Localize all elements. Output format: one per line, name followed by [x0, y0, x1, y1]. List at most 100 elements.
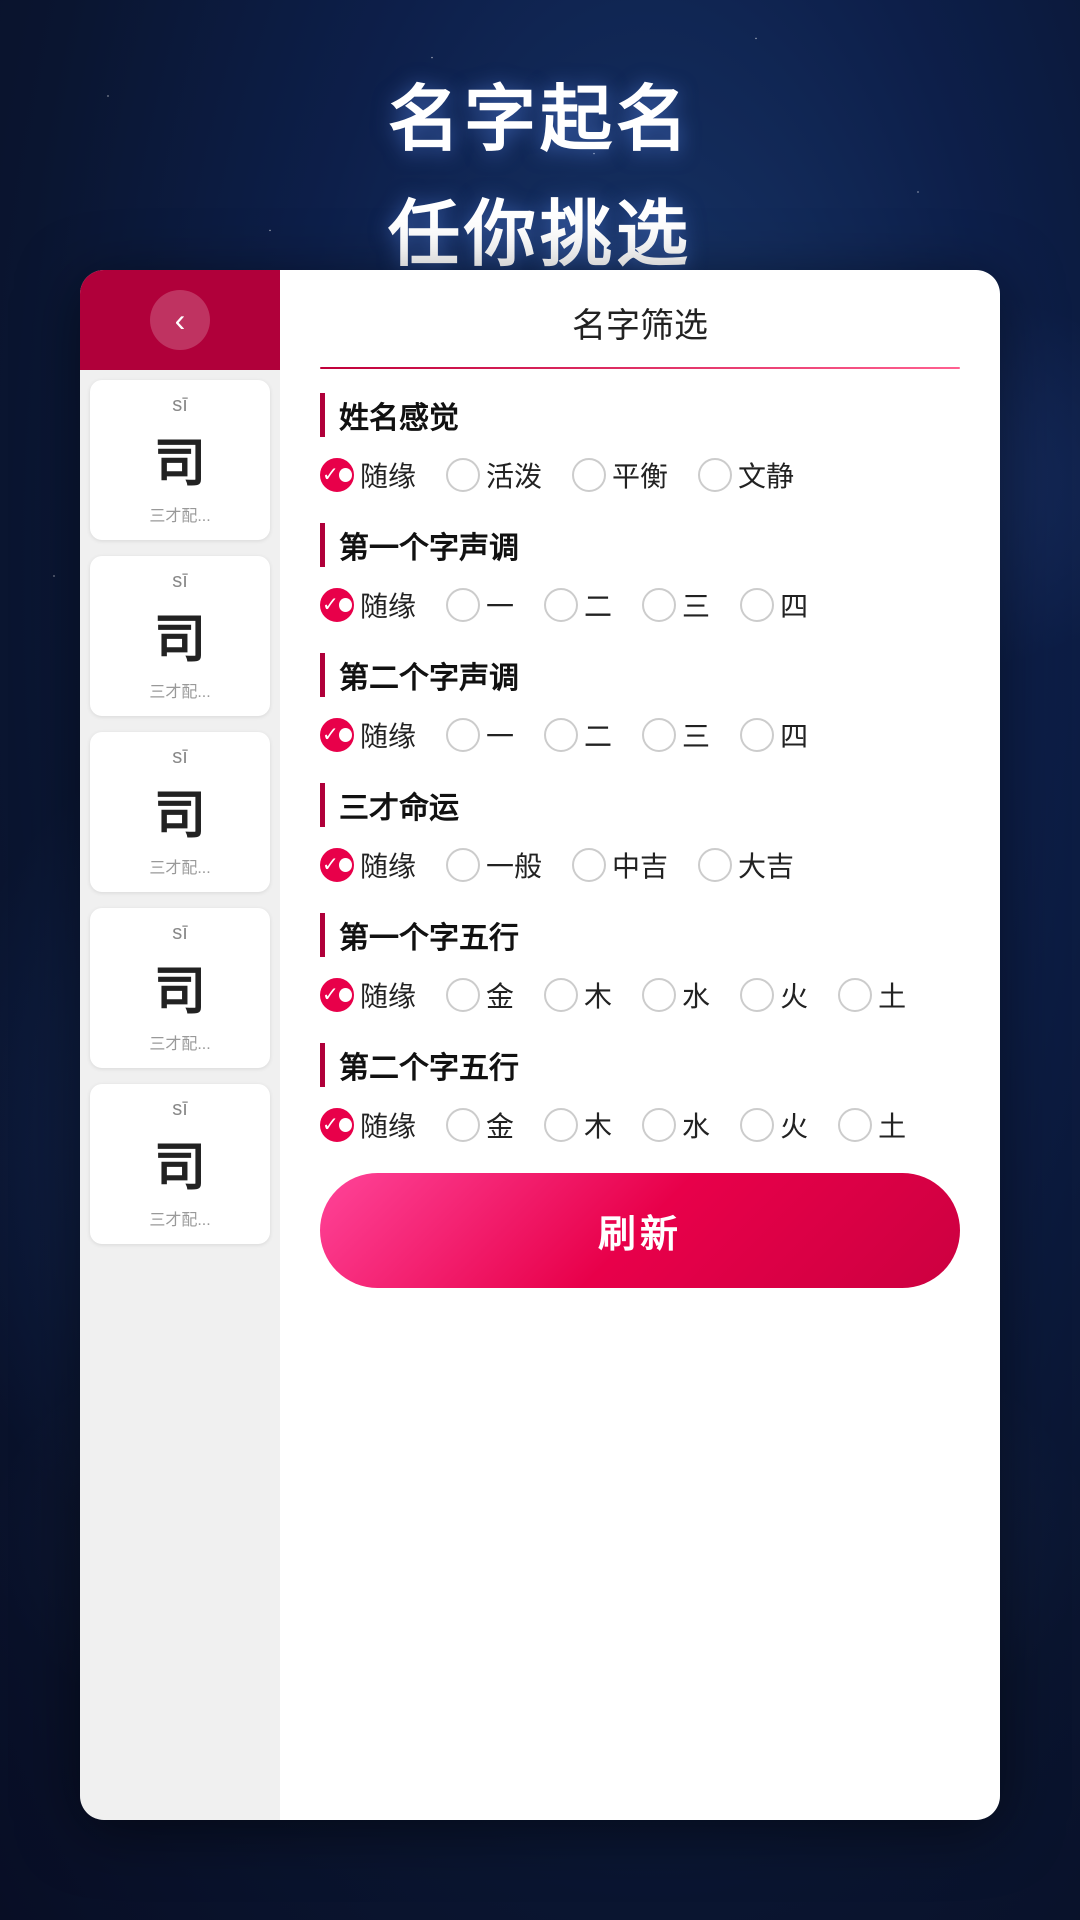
- radio-item-fate-1[interactable]: 一般: [446, 845, 542, 885]
- radio-circle-wx2-2[interactable]: [544, 1108, 578, 1142]
- refresh-button[interactable]: 刷新: [320, 1173, 960, 1288]
- radio-group-tone2: ✓ 随缘 一 二 三: [320, 715, 960, 755]
- radio-circle-tone1-2[interactable]: [544, 588, 578, 622]
- filter-section-wuxing1: 第一个字五行 ✓ 随缘 金 木: [320, 913, 960, 1015]
- radio-item-feel-2[interactable]: 平衡: [572, 455, 668, 495]
- sidebar-item-char: 司: [104, 949, 256, 1024]
- radio-group-wuxing2: ✓ 随缘 金 木 水: [320, 1105, 960, 1145]
- radio-group-feel: ✓ 随缘 活泼 平衡 文静: [320, 455, 960, 495]
- radio-circle-wx1-2[interactable]: [544, 978, 578, 1012]
- sidebar: ‹ sī 司 三才配... sī 司 三才配... sī 司 三才配... sī…: [80, 270, 280, 1820]
- radio-circle-tone2-4[interactable]: [740, 718, 774, 752]
- radio-item-wx1-1[interactable]: 金: [446, 975, 514, 1015]
- radio-label-feel-1: 活泼: [486, 455, 542, 495]
- radio-item-wx1-5[interactable]: 土: [838, 975, 906, 1015]
- radio-label-tone2-3: 三: [682, 715, 710, 755]
- radio-circle-wx2-3[interactable]: [642, 1108, 676, 1142]
- sidebar-item-pinyin: sī: [104, 746, 256, 769]
- card-container: ‹ sī 司 三才配... sī 司 三才配... sī 司 三才配... sī…: [80, 270, 1000, 1820]
- radio-item-tone1-4[interactable]: 四: [740, 585, 808, 625]
- radio-item-tone1-2[interactable]: 二: [544, 585, 612, 625]
- radio-label-fate-3: 大吉: [738, 845, 794, 885]
- radio-circle-feel-1[interactable]: [446, 458, 480, 492]
- radio-circle-tone1-0[interactable]: ✓: [320, 588, 354, 622]
- radio-item-feel-0[interactable]: ✓ 随缘: [320, 455, 416, 495]
- radio-circle-wx1-1[interactable]: [446, 978, 480, 1012]
- radio-label-wx1-2: 木: [584, 975, 612, 1015]
- radio-item-tone1-0[interactable]: ✓ 随缘: [320, 585, 416, 625]
- radio-item-fate-3[interactable]: 大吉: [698, 845, 794, 885]
- radio-item-wx1-4[interactable]: 火: [740, 975, 808, 1015]
- radio-circle-wx2-4[interactable]: [740, 1108, 774, 1142]
- radio-item-wx2-4[interactable]: 火: [740, 1105, 808, 1145]
- sidebar-item[interactable]: sī 司 三才配...: [90, 380, 270, 540]
- radio-item-feel-3[interactable]: 文静: [698, 455, 794, 495]
- radio-circle-wx1-4[interactable]: [740, 978, 774, 1012]
- radio-item-fate-2[interactable]: 中吉: [572, 845, 668, 885]
- radio-circle-wx1-5[interactable]: [838, 978, 872, 1012]
- sidebar-item-char: 司: [104, 421, 256, 496]
- sidebar-item-pinyin: sī: [104, 1098, 256, 1121]
- sidebar-item[interactable]: sī 司 三才配...: [90, 908, 270, 1068]
- radio-item-wx2-2[interactable]: 木: [544, 1105, 612, 1145]
- radio-item-wx2-0[interactable]: ✓ 随缘: [320, 1105, 416, 1145]
- radio-label-tone2-0: 随缘: [360, 715, 416, 755]
- radio-circle-tone2-0[interactable]: ✓: [320, 718, 354, 752]
- checkmark-icon: ✓: [322, 725, 339, 745]
- radio-item-wx1-3[interactable]: 水: [642, 975, 710, 1015]
- filter-section-wuxing2: 第二个字五行 ✓ 随缘 金 木: [320, 1043, 960, 1145]
- sidebar-item[interactable]: sī 司 三才配...: [90, 556, 270, 716]
- radio-circle-tone1-4[interactable]: [740, 588, 774, 622]
- radio-group-wuxing1: ✓ 随缘 金 木 水: [320, 975, 960, 1015]
- radio-item-tone1-3[interactable]: 三: [642, 585, 710, 625]
- radio-circle-wx1-3[interactable]: [642, 978, 676, 1012]
- radio-circle-feel-3[interactable]: [698, 458, 732, 492]
- filter-section-tone1: 第一个字声调 ✓ 随缘 一 二: [320, 523, 960, 625]
- radio-label-wx2-3: 水: [682, 1105, 710, 1145]
- sidebar-item[interactable]: sī 司 三才配...: [90, 1084, 270, 1244]
- sidebar-item[interactable]: sī 司 三才配...: [90, 732, 270, 892]
- radio-circle-tone1-3[interactable]: [642, 588, 676, 622]
- radio-circle-fate-1[interactable]: [446, 848, 480, 882]
- sidebar-items-list: sī 司 三才配... sī 司 三才配... sī 司 三才配... sī 司…: [80, 370, 280, 1270]
- radio-circle-fate-0[interactable]: ✓: [320, 848, 354, 882]
- section-title-tone1: 第一个字声调: [320, 523, 960, 567]
- radio-circle-feel-2[interactable]: [572, 458, 606, 492]
- radio-item-tone2-3[interactable]: 三: [642, 715, 710, 755]
- radio-item-wx2-5[interactable]: 土: [838, 1105, 906, 1145]
- radio-circle-tone1-1[interactable]: [446, 588, 480, 622]
- radio-item-wx2-3[interactable]: 水: [642, 1105, 710, 1145]
- radio-circle-feel-0[interactable]: ✓: [320, 458, 354, 492]
- radio-circle-wx1-0[interactable]: ✓: [320, 978, 354, 1012]
- radio-item-wx2-1[interactable]: 金: [446, 1105, 514, 1145]
- radio-label-wx1-1: 金: [486, 975, 514, 1015]
- radio-circle-tone2-1[interactable]: [446, 718, 480, 752]
- sidebar-item-char: 司: [104, 773, 256, 848]
- radio-group-fate: ✓ 随缘 一般 中吉 大吉: [320, 845, 960, 885]
- radio-circle-wx2-0[interactable]: ✓: [320, 1108, 354, 1142]
- sidebar-item-char: 司: [104, 597, 256, 672]
- radio-item-tone1-1[interactable]: 一: [446, 585, 514, 625]
- radio-item-wx1-0[interactable]: ✓ 随缘: [320, 975, 416, 1015]
- radio-item-fate-0[interactable]: ✓ 随缘: [320, 845, 416, 885]
- radio-circle-fate-3[interactable]: [698, 848, 732, 882]
- radio-circle-fate-2[interactable]: [572, 848, 606, 882]
- radio-label-tone1-0: 随缘: [360, 585, 416, 625]
- section-title-wuxing2: 第二个字五行: [320, 1043, 960, 1087]
- radio-circle-tone2-2[interactable]: [544, 718, 578, 752]
- radio-item-tone2-1[interactable]: 一: [446, 715, 514, 755]
- radio-item-feel-1[interactable]: 活泼: [446, 455, 542, 495]
- radio-item-tone2-0[interactable]: ✓ 随缘: [320, 715, 416, 755]
- radio-item-tone2-2[interactable]: 二: [544, 715, 612, 755]
- radio-item-wx1-2[interactable]: 木: [544, 975, 612, 1015]
- radio-label-fate-1: 一般: [486, 845, 542, 885]
- sidebar-item-pinyin: sī: [104, 570, 256, 593]
- checkmark-icon: ✓: [322, 985, 339, 1005]
- radio-circle-tone2-3[interactable]: [642, 718, 676, 752]
- radio-circle-wx2-1[interactable]: [446, 1108, 480, 1142]
- back-button[interactable]: ‹: [150, 290, 210, 350]
- filter-section-fate: 三才命运 ✓ 随缘 一般 中吉: [320, 783, 960, 885]
- title-line1: 名字起名: [0, 60, 1080, 165]
- radio-item-tone2-4[interactable]: 四: [740, 715, 808, 755]
- radio-circle-wx2-5[interactable]: [838, 1108, 872, 1142]
